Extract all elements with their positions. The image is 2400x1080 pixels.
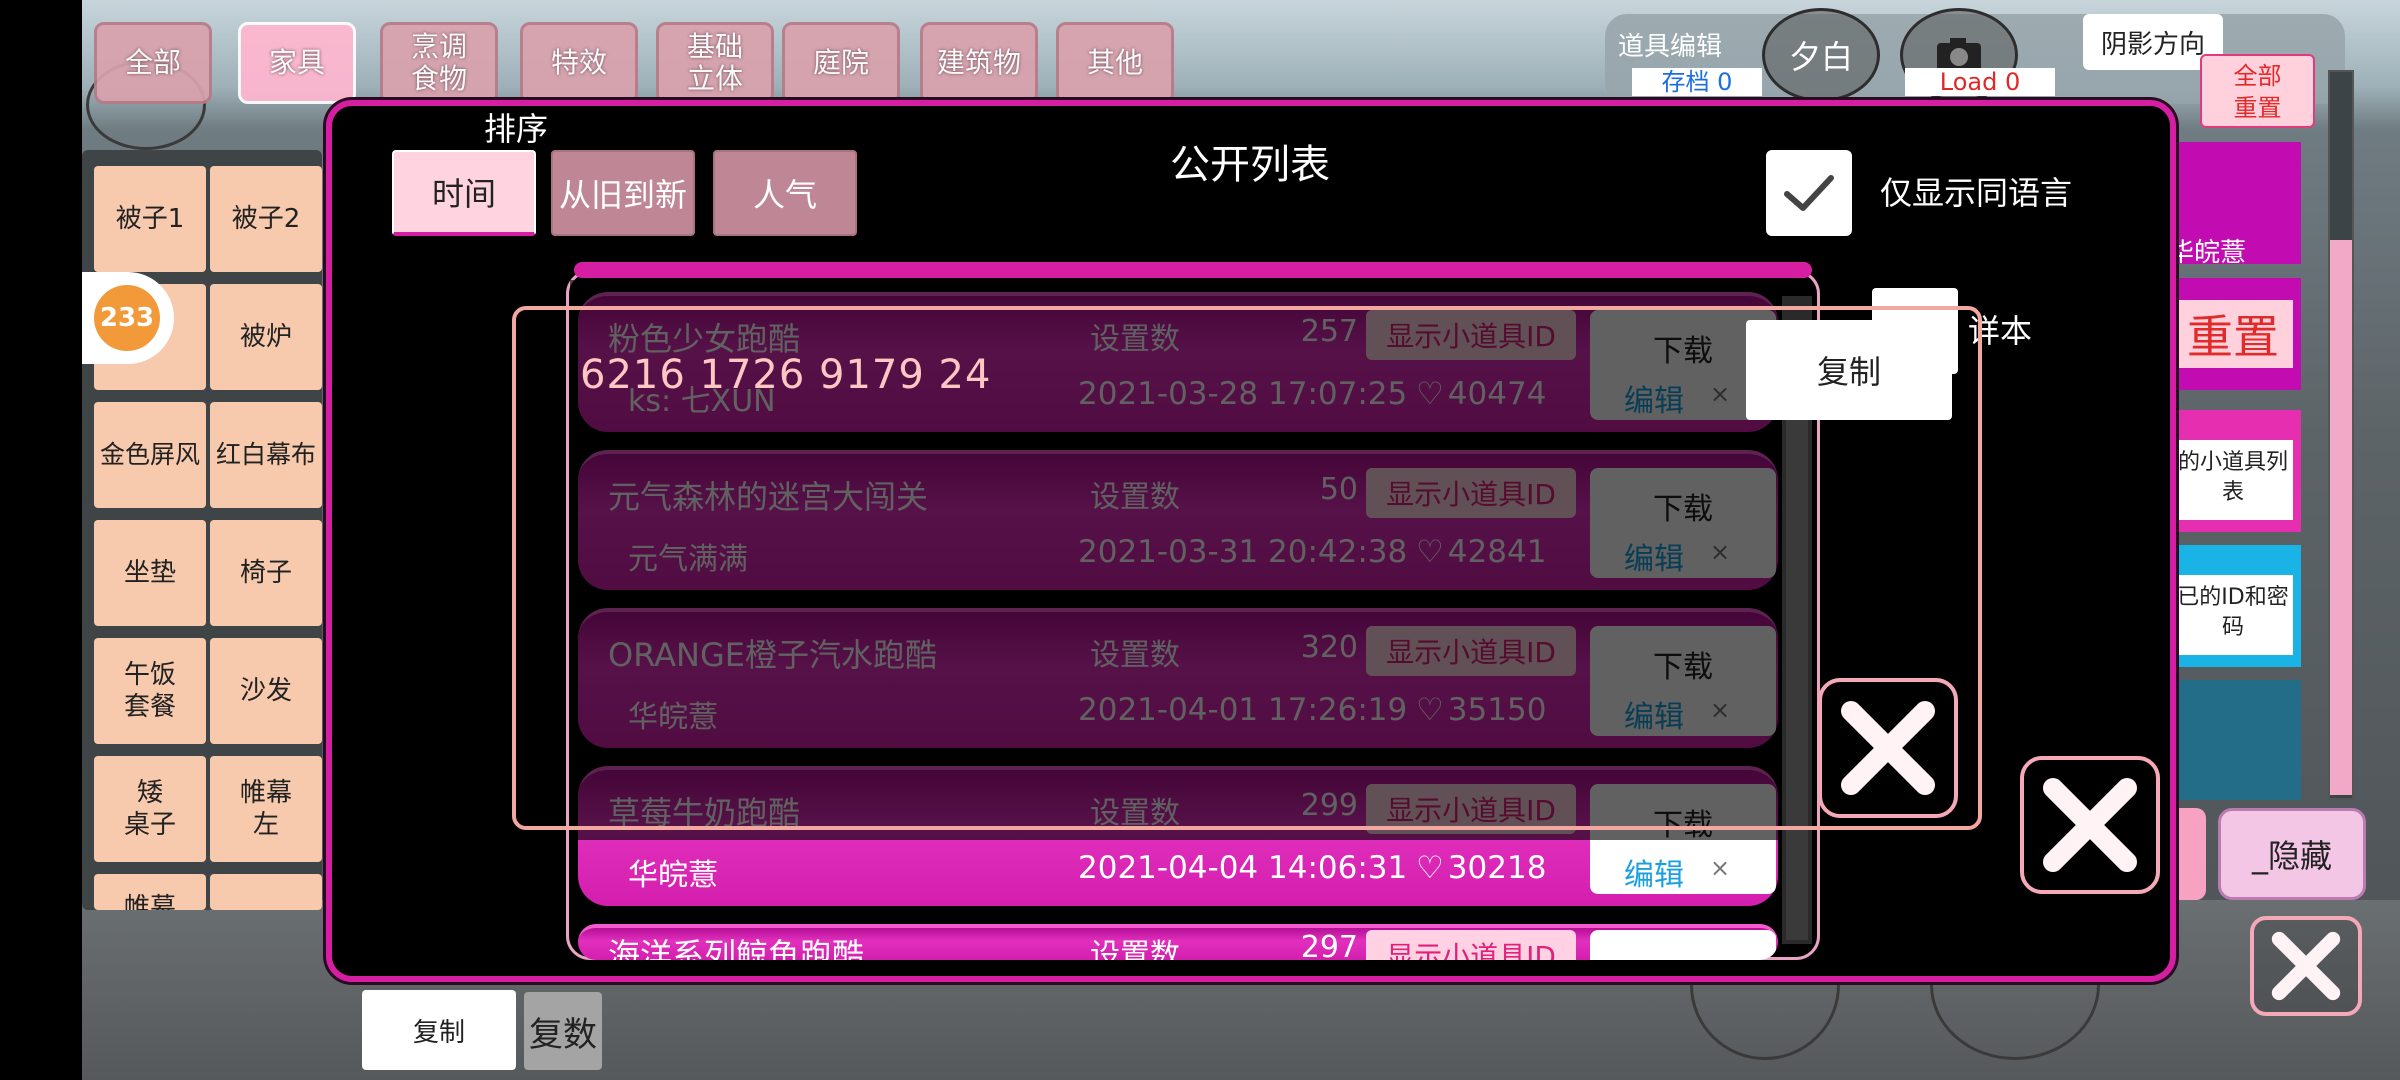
category-tab-garden[interactable]: 庭院 xyxy=(782,22,900,104)
reset-button[interactable]: 重置 xyxy=(2173,300,2293,368)
category-tab-cooking[interactable]: 烹调 食物 xyxy=(380,22,498,104)
sort-by-popularity-button[interactable]: 人气 xyxy=(713,150,857,236)
close-popup-button[interactable] xyxy=(1818,678,1958,818)
screen-left-bar xyxy=(0,0,82,1080)
right-panel-slot xyxy=(2173,680,2301,800)
item-curtain[interactable]: 帷幕 xyxy=(94,874,206,910)
item-list-button[interactable]: 的小道具列 表 xyxy=(2173,440,2293,520)
sort-by-time-button[interactable]: 时间 xyxy=(392,150,536,236)
category-tab-other[interactable]: 其他 xyxy=(1056,22,1174,104)
item-kotatsu[interactable]: 被炉 xyxy=(210,284,322,390)
list-item-count: 297 xyxy=(1300,930,1358,960)
list-item[interactable]: 海洋系列鲸鱼跑酷 设置数 297 显示小道具ID xyxy=(578,924,1778,960)
list-item-date: 2021-04-04 14:06:31 xyxy=(1078,850,1408,886)
category-tab-effects[interactable]: 特效 xyxy=(520,22,638,104)
show-item-id-button[interactable]: 显示小道具ID xyxy=(1366,930,1576,960)
player-name: 华皖薏 xyxy=(2168,238,2247,268)
close-icon xyxy=(1841,701,1935,795)
sort-old-to-new-button[interactable]: 从旧到新 xyxy=(551,150,695,236)
category-tab-furniture[interactable]: 家具 xyxy=(238,22,356,104)
item-lunch-set[interactable]: 午饭 套餐 xyxy=(94,638,206,744)
category-tab-buildings[interactable]: 建筑物 xyxy=(920,22,1038,104)
copy-id-button[interactable]: 复制 xyxy=(1746,320,1952,420)
item-partial-bottom[interactable] xyxy=(210,874,322,910)
list-top-edge xyxy=(574,262,1812,278)
category-tab-all[interactable]: 全部 xyxy=(94,22,212,104)
download-button[interactable] xyxy=(1590,930,1776,960)
list-item-likes[interactable]: ♡ 30218 xyxy=(1416,850,1546,886)
close-icon xyxy=(2043,778,2137,872)
item-red-white-curtain[interactable]: 红白幕布 xyxy=(210,402,322,508)
list-item-title: 海洋系列鲸鱼跑酷 xyxy=(608,936,865,960)
list-item-count-label: 设置数 xyxy=(1090,938,1180,960)
dialog-title: 公开列表 xyxy=(1170,142,1330,188)
save-slot-button[interactable]: 存档 0 xyxy=(1632,68,1762,96)
same-language-checkbox[interactable] xyxy=(1766,150,1852,236)
sort-label: 排序 xyxy=(484,110,549,148)
heart-icon: ♡ xyxy=(1416,850,1444,886)
checkmark-icon xyxy=(1784,175,1834,211)
floating-233-badge[interactable]: 233 xyxy=(82,272,174,364)
close-dialog-button[interactable] xyxy=(2020,756,2160,894)
category-tab-basic-3d[interactable]: 基础 立体 xyxy=(656,22,774,104)
badge-233-icon: 233 xyxy=(94,285,160,351)
item-chair[interactable]: 椅子 xyxy=(210,520,322,626)
item-cushion[interactable]: 坐垫 xyxy=(94,520,206,626)
bottom-copy-button[interactable]: 复制 xyxy=(362,990,516,1070)
reset-all-button[interactable]: 全部 重置 xyxy=(2200,54,2315,128)
load-slot-button[interactable]: Load 0 xyxy=(1905,68,2055,96)
item-id-text: 6216 1726 9179 24 xyxy=(580,352,992,398)
multiple-button[interactable]: 复数 xyxy=(524,992,602,1070)
list-item-author: 华皖薏 xyxy=(628,858,718,893)
item-gold-screen[interactable]: 金色屏风 xyxy=(94,402,206,508)
id-password-button[interactable]: 已的ID和密 码 xyxy=(2173,575,2293,655)
item-low-table[interactable]: 矮 桌子 xyxy=(94,756,206,862)
item-sofa[interactable]: 沙发 xyxy=(210,638,322,744)
right-panel-scroll-thumb[interactable] xyxy=(2330,240,2352,795)
close-editor-button[interactable] xyxy=(2250,916,2362,1016)
item-quilt-2[interactable]: 被子2 xyxy=(210,166,322,272)
item-edit-title: 道具编辑 xyxy=(1618,32,1723,62)
edit-button[interactable]: 编辑 xyxy=(1624,850,1684,894)
delete-icon[interactable]: × xyxy=(1710,854,1730,882)
item-curtain-left[interactable]: 帷幕 左 xyxy=(210,756,322,862)
hide-button[interactable]: _隐藏 xyxy=(2218,808,2366,900)
item-quilt-1[interactable]: 被子1 xyxy=(94,166,206,272)
close-icon xyxy=(2271,931,2341,1001)
same-language-label: 仅显示同语言 xyxy=(1880,174,2073,212)
time-of-day-button[interactable]: 夕白 xyxy=(1762,8,1880,102)
